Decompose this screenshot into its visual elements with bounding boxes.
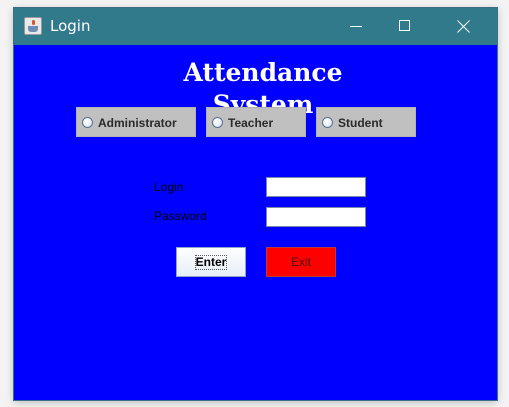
maximize-icon xyxy=(399,20,410,31)
role-option-student[interactable]: Student xyxy=(316,107,416,137)
window-title: Login xyxy=(50,17,91,35)
maximize-button[interactable] xyxy=(382,8,428,45)
close-button[interactable] xyxy=(440,8,486,45)
password-label: Password xyxy=(154,209,207,223)
enter-button[interactable]: Enter xyxy=(176,247,246,277)
title-bar[interactable]: Login xyxy=(14,8,497,45)
password-field[interactable] xyxy=(266,207,366,227)
role-label-teacher: Teacher xyxy=(228,116,274,130)
close-icon xyxy=(457,19,471,33)
role-label-student: Student xyxy=(338,116,383,130)
minimize-icon xyxy=(350,26,362,27)
radio-button-icon[interactable] xyxy=(322,117,333,128)
login-field[interactable] xyxy=(266,177,366,197)
role-label-administrator: Administrator xyxy=(98,116,177,130)
java-cup-icon xyxy=(24,17,42,35)
minimize-button[interactable] xyxy=(334,8,380,45)
role-option-teacher[interactable]: Teacher xyxy=(206,107,306,137)
radio-button-icon[interactable] xyxy=(212,117,223,128)
role-option-administrator[interactable]: Administrator xyxy=(76,107,196,137)
exit-button[interactable]: Exit xyxy=(266,247,336,277)
radio-button-icon[interactable] xyxy=(82,117,93,128)
exit-button-label: Exit xyxy=(290,255,311,269)
login-label: Login xyxy=(154,180,184,194)
content-panel: Attendance System Administrator Teacher … xyxy=(14,45,497,400)
focus-ring xyxy=(195,255,227,270)
login-window: Login Attendance System Administrator Te… xyxy=(14,8,497,400)
desktop: Login Attendance System Administrator Te… xyxy=(0,0,509,407)
